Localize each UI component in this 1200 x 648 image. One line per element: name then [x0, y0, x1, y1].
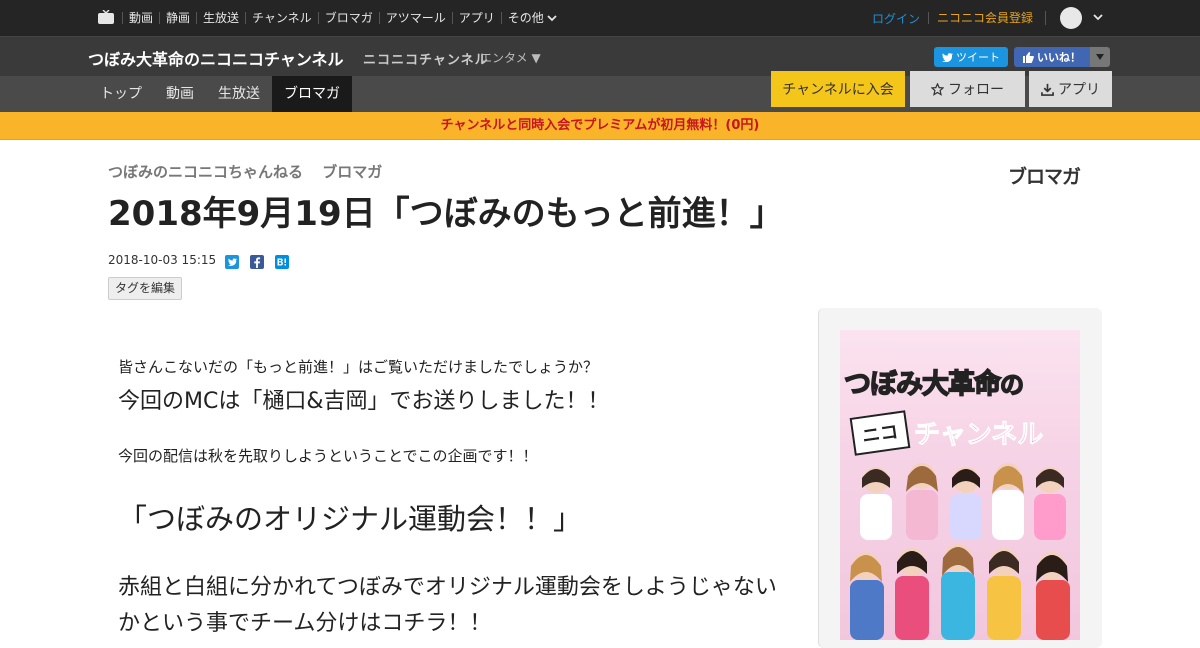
facebook-like-button[interactable]: いいね！ [1014, 47, 1090, 67]
global-nav: 動画 静画 生放送 チャンネル ブロマガ アツマール アプリ その他 [122, 0, 563, 36]
chevron-down-icon[interactable] [1092, 11, 1104, 23]
niconico-tv-icon[interactable] [98, 10, 114, 24]
article-paragraph: 今回のMCは「樋口&吉岡」でお送りしました！！ [118, 389, 610, 414]
global-nav-more[interactable]: その他 [500, 11, 563, 25]
poster-nico-logo: ニコ [849, 410, 911, 456]
niconico-channel-logo[interactable]: ニコニコチャンネル [363, 49, 489, 68]
article-title: 2018年9月19日「つぼみのもっと前進！」 [108, 194, 784, 234]
twitter-share-icon[interactable] [225, 255, 239, 269]
poster-title: つぼみ大革命の [843, 362, 1025, 401]
tab-blomaga[interactable]: ブロマガ [272, 76, 352, 112]
poster-title-text: つぼみ大革命 [843, 368, 1002, 401]
tab-video[interactable]: 動画 [154, 76, 206, 112]
blomaga-logo[interactable]: ブロマガ [1008, 162, 1081, 189]
follow-button[interactable]: フォロー [910, 71, 1025, 107]
join-channel-button[interactable]: チャンネルに入会 [771, 71, 905, 107]
twitter-icon [942, 52, 953, 62]
tab-live[interactable]: 生放送 [206, 76, 272, 112]
group-photo [850, 463, 1070, 640]
channel-header: つぼみ大革命のニコニコチャンネル ニコニコチャンネル エンタメ ▼ ツイート い… [0, 36, 1200, 76]
login-link[interactable]: ログイン [872, 10, 928, 27]
premium-banner[interactable]: チャンネルと同時入会でプレミアムが初月無料！(0円) [0, 112, 1200, 140]
global-nav-item[interactable]: 動画 [122, 12, 159, 24]
channel-poster-image[interactable]: つぼみ大革命の ニコ チャンネル [840, 330, 1080, 640]
facebook-share-icon[interactable] [250, 255, 264, 269]
facebook-icon [254, 256, 261, 268]
tab-top[interactable]: トップ [88, 76, 154, 112]
tab-list: トップ 動画 生放送 ブロマガ [88, 76, 352, 112]
article-paragraph: 今回の配信は秋を先取りしようということでこの企画です！！ [118, 447, 538, 465]
edit-tags-button[interactable]: タグを編集 [108, 277, 183, 300]
follow-label: フォロー [948, 82, 1004, 98]
article-heading: 「つぼみのオリジナル運動会！！」 [118, 502, 583, 536]
global-nav-item[interactable]: 生放送 [196, 12, 245, 24]
global-nav-item[interactable]: 静画 [159, 12, 196, 24]
avatar[interactable] [1060, 7, 1082, 29]
register-link[interactable]: ニコニコ会員登録 [927, 12, 1041, 24]
article-body: 皆さんこないだの「もっと前進！」はご覧いただけましたでしょうか？ 今回のMCは「… [118, 356, 798, 642]
share-buttons [225, 255, 289, 269]
poster-channel-text: チャンネル [913, 420, 1044, 451]
like-dropdown[interactable] [1090, 47, 1110, 67]
chevron-down-icon [547, 14, 557, 21]
divider [1045, 11, 1046, 25]
download-icon [1041, 83, 1054, 96]
app-label: アプリ [1058, 82, 1100, 98]
channel-title[interactable]: つぼみ大革命のニコニコチャンネル [88, 46, 344, 70]
like-label: いいね！ [1037, 51, 1081, 64]
tweet-button[interactable]: ツイート [934, 47, 1008, 67]
breadcrumb: つぼみのニコニコちゃんねる ブロマガ [108, 161, 382, 182]
breadcrumb-channel[interactable]: つぼみのニコニコちゃんねる [108, 163, 303, 181]
article-paragraph: 赤組と白組に分かれてつぼみでオリジナル運動会をしようじゃないかという事でチーム分… [118, 575, 777, 636]
thumbs-up-icon [1023, 51, 1034, 63]
global-nav-item[interactable]: チャンネル [245, 12, 318, 24]
hatena-icon [277, 258, 286, 265]
tweet-label: ツイート [956, 51, 1000, 64]
global-nav-item[interactable]: アツマール [378, 12, 452, 24]
triangle-down-icon [1096, 54, 1104, 60]
star-icon [931, 82, 944, 96]
article-datetime: 2018-10-03 15:15 [108, 253, 217, 267]
global-nav-item[interactable]: ブロマガ [317, 12, 379, 24]
global-nav-more-label: その他 [507, 11, 544, 25]
global-nav-item[interactable]: アプリ [451, 12, 501, 24]
app-button[interactable]: アプリ [1029, 71, 1112, 107]
twitter-icon [227, 258, 237, 266]
channel-tabs: トップ 動画 生放送 ブロマガ チャンネルに入会 フォロー アプリ [0, 71, 1200, 112]
hatena-bookmark-icon[interactable] [275, 255, 289, 269]
poster-title-no: の [999, 370, 1025, 400]
global-header: 動画 静画 生放送 チャンネル ブロマガ アツマール アプリ その他 ログイン … [0, 0, 1200, 36]
breadcrumb-section[interactable]: ブロマガ [322, 163, 382, 181]
category-select[interactable]: エンタメ ▼ [480, 49, 541, 66]
article-paragraph: 皆さんこないだの「もっと前進！」はご覧いただけましたでしょうか？ [118, 358, 599, 376]
